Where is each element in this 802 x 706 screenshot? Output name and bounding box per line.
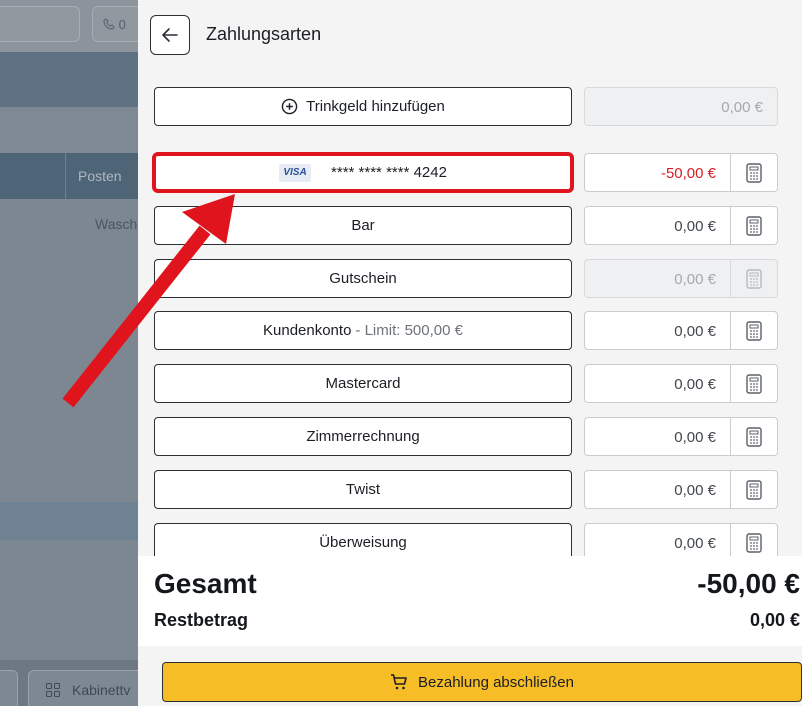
calculator-icon <box>746 373 762 394</box>
remaining-label: Restbetrag <box>154 610 249 630</box>
kundenkonto-limit: - Limit: 500,00 € <box>355 322 463 339</box>
total-value: -50,00 € <box>697 568 800 599</box>
complete-payment-button[interactable]: Bezahlung abschließen <box>162 662 802 702</box>
calculator-icon <box>746 426 762 447</box>
payment-methods-panel: Zahlungsarten Trinkgeld hinzufügen 0,00 … <box>138 0 802 706</box>
calculator-button[interactable] <box>730 206 778 245</box>
payment-zimmerrechnung-button[interactable]: Zimmerrechnung <box>154 417 572 456</box>
calculator-button <box>730 259 778 298</box>
bg-band <box>0 52 140 107</box>
payment-gutschein-button[interactable]: Gutschein <box>154 259 572 298</box>
page-title: Zahlungsarten <box>206 24 322 44</box>
payment-gutschein-amount: 0,00 € <box>584 259 730 298</box>
payment-bar-amount[interactable]: 0,00 € <box>584 206 730 245</box>
payment-kundenkonto-label: Kundenkonto <box>263 322 352 339</box>
payment-visa-amount[interactable]: -50,00 € <box>584 153 730 192</box>
payment-twist-button[interactable]: Twist <box>154 470 572 509</box>
calculator-icon <box>746 532 762 553</box>
calculator-button[interactable] <box>730 153 778 192</box>
payment-mastercard-button[interactable]: Mastercard <box>154 364 572 403</box>
bg-bottom-button-label: Kabinettv <box>72 682 131 698</box>
payment-mastercard-amount[interactable]: 0,00 € <box>584 364 730 403</box>
calculator-icon <box>746 320 762 341</box>
add-tip-label: Trinkgeld hinzufügen <box>306 98 445 115</box>
arrow-left-icon <box>162 28 178 42</box>
payment-mastercard-label: Mastercard <box>325 375 401 392</box>
phone-icon <box>103 18 115 30</box>
bg-row-text: Wasch <box>95 216 138 232</box>
payment-twist-label: Twist <box>345 481 381 498</box>
bg-header-divider <box>65 153 66 199</box>
cart-icon <box>391 674 407 690</box>
payment-twist-amount[interactable]: 0,00 € <box>584 470 730 509</box>
bg-column-header: Posten <box>78 168 122 184</box>
payment-kundenkonto-button[interactable]: Kundenkonto - Limit: 500,00 € <box>154 311 572 350</box>
complete-payment-label: Bezahlung abschließen <box>418 673 574 691</box>
payment-visa-button[interactable]: VISA **** **** **** 4242 <box>154 153 572 192</box>
background-app: 0 Posten Wasch Kabinettv <box>0 0 140 706</box>
payment-summary: Gesamt -50,00 € Restbetrag 0,00 € <box>138 556 802 646</box>
calculator-icon <box>746 215 762 236</box>
bg-bottom-button: Kabinettv <box>28 670 140 706</box>
calculator-button[interactable] <box>730 470 778 509</box>
payment-bar-label: Bar <box>351 217 375 234</box>
payment-gutschein-label: Gutschein <box>329 270 397 287</box>
tip-amount-field: 0,00 € <box>584 87 778 126</box>
calculator-icon <box>746 479 762 500</box>
calculator-button[interactable] <box>730 364 778 403</box>
bg-mid-area <box>0 107 140 153</box>
bg-phone-text: 0 <box>118 17 126 32</box>
back-button[interactable] <box>150 15 190 55</box>
payment-zimmerrechnung-amount[interactable]: 0,00 € <box>584 417 730 456</box>
calculator-icon <box>746 162 762 183</box>
bg-band-lower <box>0 502 140 540</box>
bg-phone-field: 0 <box>92 6 140 42</box>
panel-header: Zahlungsarten <box>138 0 802 70</box>
payment-zimmerrechnung-label: Zimmerrechnung <box>306 428 420 445</box>
calculator-button[interactable] <box>730 311 778 350</box>
remaining-value: 0,00 € <box>749 610 800 630</box>
calculator-icon <box>746 268 762 289</box>
total-label: Gesamt <box>154 568 257 599</box>
payment-visa-label: **** **** **** 4242 <box>331 164 447 181</box>
add-tip-button[interactable]: Trinkgeld hinzufügen <box>154 87 572 126</box>
grid-icon <box>46 683 60 697</box>
visa-logo-icon: VISA <box>279 163 312 182</box>
payment-bar-button[interactable]: Bar <box>154 206 572 245</box>
payment-kundenkonto-amount[interactable]: 0,00 € <box>584 311 730 350</box>
plus-circle-icon <box>281 98 298 115</box>
payment-ueberweisung-label: Überweisung <box>319 534 407 551</box>
calculator-button[interactable] <box>730 417 778 456</box>
bg-search-input <box>0 6 80 42</box>
bg-bottom-button-left <box>0 670 18 706</box>
